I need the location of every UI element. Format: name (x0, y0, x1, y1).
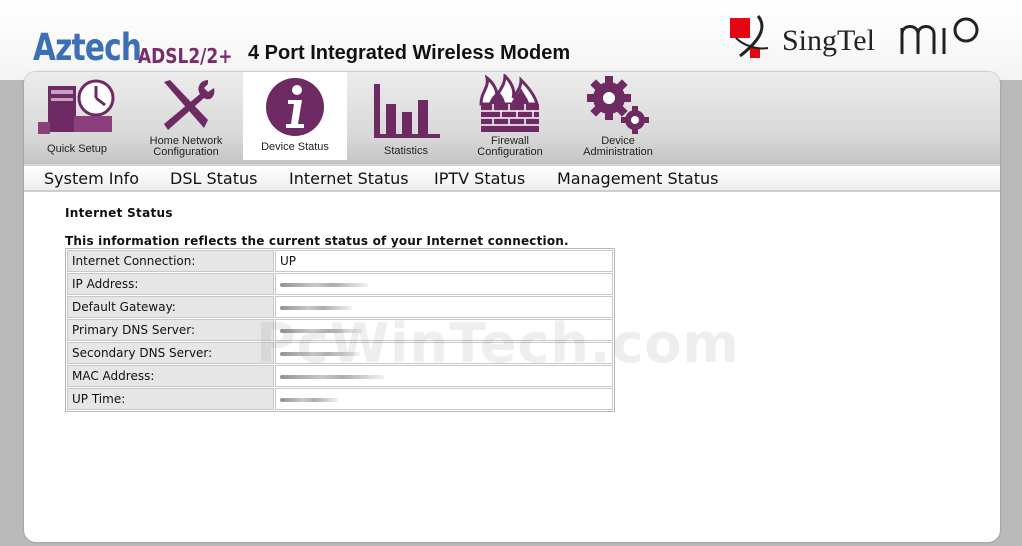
nav-quick-setup[interactable]: Quick Setup (29, 72, 125, 162)
model-label: ADSL2/2+ (138, 44, 233, 68)
row-label: MAC Address: (67, 365, 274, 387)
table-row: UP Time: (67, 388, 613, 410)
subnav-system-info[interactable]: System Info (44, 169, 139, 188)
nav-statistics[interactable]: Statistics (358, 72, 454, 162)
aztech-logo: Aztech (33, 26, 142, 69)
nav-label-2: Configuration (153, 146, 219, 158)
singtel-logo-icon (730, 15, 769, 58)
nav-label-2: Configuration (477, 146, 543, 158)
row-value-redacted (275, 296, 613, 318)
product-title: 4 Port Integrated Wireless Modem (248, 42, 571, 64)
nav-firewall[interactable]: Firewall Configuration (464, 72, 556, 162)
gears-icon (587, 76, 649, 134)
table-row: Secondary DNS Server: (67, 342, 613, 364)
row-value: UP (275, 250, 613, 272)
sub-nav: System Info DSL Status Internet Status I… (24, 164, 1000, 192)
table-row: IP Address: (67, 273, 613, 295)
main-nav: Quick Setup Home Network Configuration D… (24, 72, 1000, 164)
nav-home-network[interactable]: Home Network Configuration (136, 72, 236, 162)
row-label: Default Gateway: (67, 296, 274, 318)
bar-chart-icon (374, 84, 440, 138)
subnav-internet-status[interactable]: Internet Status (289, 169, 409, 188)
row-label: UP Time: (67, 388, 274, 410)
subnav-iptv-status[interactable]: IPTV Status (434, 169, 525, 188)
computer-clock-icon (38, 79, 115, 134)
table-row: Internet Connection: UP (67, 250, 613, 272)
subnav-dsl-status[interactable]: DSL Status (170, 169, 257, 188)
internet-status-table: Internet Connection: UP IP Address: Defa… (65, 248, 615, 412)
row-label: Secondary DNS Server: (67, 342, 274, 364)
tools-icon (164, 80, 215, 130)
nav-device-admin[interactable]: Device Administration (572, 72, 664, 162)
row-label: Internet Connection: (67, 250, 274, 272)
singtel-wordmark: SingTel (782, 24, 875, 57)
nav-label: Statistics (383, 145, 428, 157)
firewall-icon (479, 74, 539, 132)
table-row: MAC Address: (67, 365, 613, 387)
subnav-management-status[interactable]: Management Status (557, 169, 718, 188)
info-icon (266, 78, 324, 136)
row-label: IP Address: (67, 273, 274, 295)
page-title: Internet Status (65, 206, 173, 220)
row-value-redacted (275, 319, 613, 341)
nav-label-2: Administration (583, 146, 653, 158)
nav-device-status[interactable]: Device Status (243, 72, 347, 160)
row-value-redacted (275, 273, 613, 295)
table-row: Default Gateway: (67, 296, 613, 318)
nav-label: Quick Setup (47, 143, 107, 155)
main-panel: Quick Setup Home Network Configuration D… (24, 72, 1000, 542)
row-label: Primary DNS Server: (67, 319, 274, 341)
nav-label: Device Status (261, 141, 329, 153)
header: Aztech ADSL2/2+ 4 Port Integrated Wirele… (0, 0, 1022, 80)
table-row: Primary DNS Server: (67, 319, 613, 341)
mio-logo-icon (900, 17, 979, 54)
row-value-redacted (275, 388, 613, 410)
row-value-redacted (275, 342, 613, 364)
page-description: This information reflects the current st… (65, 234, 569, 248)
row-value-redacted (275, 365, 613, 387)
